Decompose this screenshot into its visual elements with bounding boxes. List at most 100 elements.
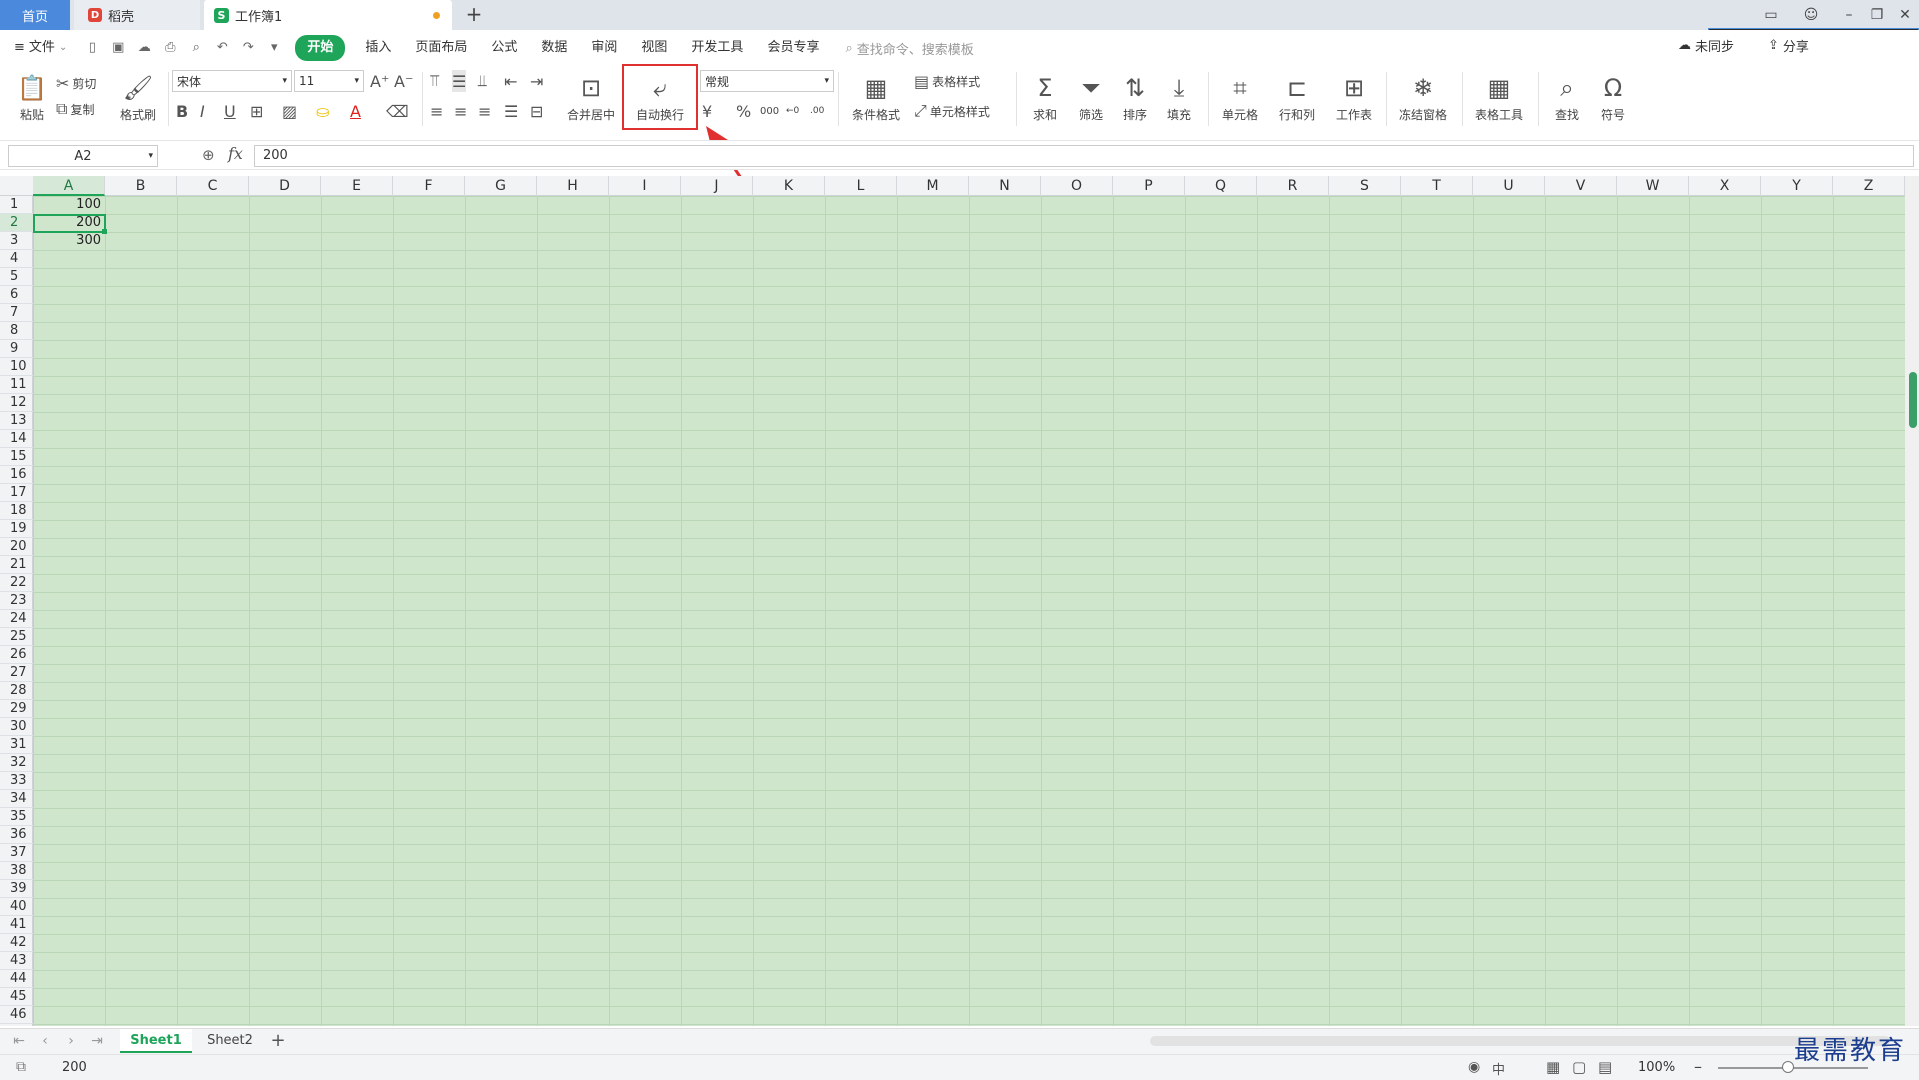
input-mode-icon[interactable]: 中 (1492, 1059, 1505, 1078)
row-header-14[interactable]: 14 (0, 430, 33, 448)
conditional-format-button[interactable]: ▦ 条件格式 (846, 68, 906, 128)
vertical-scrollbar[interactable] (1905, 176, 1919, 1026)
row-header-40[interactable]: 40 (0, 898, 33, 916)
zoom-slider-knob[interactable] (1782, 1061, 1794, 1073)
menu-tab-review[interactable]: 审阅 (579, 35, 629, 61)
menu-tab-developer[interactable]: 开发工具 (679, 35, 755, 61)
column-header-f[interactable]: F (393, 176, 465, 196)
indent-decrease-button[interactable]: ⇤ (504, 70, 517, 92)
macro-record-icon[interactable]: ⧉ (16, 1059, 26, 1075)
bold-button[interactable]: B (176, 100, 188, 122)
column-header-x[interactable]: X (1689, 176, 1761, 196)
column-header-e[interactable]: E (321, 176, 393, 196)
row-header-1[interactable]: 1 (0, 196, 33, 214)
row-header-46[interactable]: 46 (0, 1006, 33, 1024)
row-header-12[interactable]: 12 (0, 394, 33, 412)
column-header-o[interactable]: O (1041, 176, 1113, 196)
sum-button[interactable]: Σ 求和 (1022, 68, 1068, 128)
page-break-view-icon[interactable]: ▤ (1598, 1058, 1612, 1076)
align-center-button[interactable]: ≡ (454, 100, 467, 122)
insert-function-button[interactable]: fx (228, 144, 243, 163)
zoom-formula-icon[interactable]: ⊕ (202, 146, 215, 164)
first-sheet-icon[interactable]: ⇤ (10, 1031, 28, 1051)
column-header-u[interactable]: U (1473, 176, 1545, 196)
find-button[interactable]: ⌕ 查找 (1544, 68, 1590, 128)
fill-handle[interactable] (102, 229, 107, 234)
row-header-26[interactable]: 26 (0, 646, 33, 664)
decrease-decimal-button[interactable]: .00 (810, 100, 824, 122)
fill-color-button[interactable]: ⛀ (316, 100, 329, 122)
menu-tab-data[interactable]: 数据 (529, 35, 579, 61)
restore-button[interactable]: ❐ (1866, 4, 1888, 26)
cell-style-button[interactable]: ⤢ 单元格样式 (914, 100, 990, 122)
column-header-p[interactable]: P (1113, 176, 1185, 196)
minimize-button[interactable]: – (1838, 4, 1860, 26)
merge-center-button[interactable]: ⊡ 合并居中 (562, 68, 620, 128)
row-header-43[interactable]: 43 (0, 952, 33, 970)
thousands-button[interactable]: 000 (760, 100, 779, 122)
menu-tab-view[interactable]: 视图 (629, 35, 679, 61)
row-header-32[interactable]: 32 (0, 754, 33, 772)
print-preview-icon[interactable]: ⌕ (188, 40, 204, 56)
row-header-20[interactable]: 20 (0, 538, 33, 556)
normal-view-icon[interactable]: ▦ (1546, 1058, 1560, 1076)
font-size-select[interactable]: 11 ▾ (294, 70, 364, 92)
vertical-scrollbar-thumb[interactable] (1909, 372, 1917, 428)
worksheet-button[interactable]: ⊞ 工作表 (1328, 68, 1380, 128)
column-header-m[interactable]: M (897, 176, 969, 196)
tab-daoke[interactable]: D 稻壳 (74, 0, 200, 30)
symbol-button[interactable]: Ω 符号 (1590, 68, 1636, 128)
new-tab-button[interactable]: + (462, 3, 486, 27)
row-header-30[interactable]: 30 (0, 718, 33, 736)
indent-increase-button[interactable]: ⇥ (530, 70, 543, 92)
horizontal-scrollbar[interactable] (1150, 1036, 1890, 1046)
row-header-24[interactable]: 24 (0, 610, 33, 628)
distribute-button[interactable]: ⊟ (530, 100, 543, 122)
cut-button[interactable]: ✂ 剪切 (56, 72, 96, 94)
column-header-h[interactable]: H (537, 176, 609, 196)
formula-input[interactable]: 200 (254, 145, 1914, 167)
clear-button[interactable]: ⌫ (386, 100, 409, 122)
column-header-s[interactable]: S (1329, 176, 1401, 196)
column-header-g[interactable]: G (465, 176, 537, 196)
zoom-out-icon[interactable]: – (1694, 1057, 1702, 1076)
row-header-36[interactable]: 36 (0, 826, 33, 844)
row-header-3[interactable]: 3 (0, 232, 33, 250)
border-button[interactable]: ⊞ (250, 100, 263, 122)
column-header-a[interactable]: A (33, 176, 105, 196)
cell-A3[interactable]: 300 (33, 232, 105, 250)
close-button[interactable]: ✕ (1894, 4, 1916, 26)
command-search[interactable]: ⌕ 查找命令、搜索模板 (845, 39, 973, 58)
menu-tab-formula[interactable]: 公式 (479, 35, 529, 61)
page-layout-view-icon[interactable]: ▢ (1572, 1058, 1586, 1076)
align-top-button[interactable]: ⫪ (430, 70, 439, 92)
decrease-font-button[interactable]: A⁻ (394, 70, 413, 92)
cell-style-quick-button[interactable]: ▨ (282, 100, 297, 122)
justify-button[interactable]: ☰ (504, 100, 518, 122)
cell-area[interactable]: 100 200 300 (33, 196, 1905, 1026)
row-header-38[interactable]: 38 (0, 862, 33, 880)
align-right-button[interactable]: ≡ (478, 100, 491, 122)
column-header-c[interactable]: C (177, 176, 249, 196)
row-header-5[interactable]: 5 (0, 268, 33, 286)
print-icon[interactable]: ⎙ (162, 40, 178, 56)
cell-button[interactable]: ⌗ 单元格 (1214, 68, 1266, 128)
row-header-21[interactable]: 21 (0, 556, 33, 574)
row-header-18[interactable]: 18 (0, 502, 33, 520)
number-format-select[interactable]: 常规 ▾ (700, 70, 834, 92)
row-header-42[interactable]: 42 (0, 934, 33, 952)
sync-status[interactable]: ☁ 未同步 (1678, 36, 1734, 55)
menu-tab-start[interactable]: 开始 (295, 35, 346, 61)
copy-button[interactable]: ⧉ 复制 (56, 98, 94, 120)
freeze-panes-button[interactable]: ❄ 冻结窗格 (1392, 68, 1454, 128)
row-header-13[interactable]: 13 (0, 412, 33, 430)
paste-button[interactable]: 📋 粘贴 (6, 68, 58, 128)
sheet-tab-sheet1[interactable]: Sheet1 (120, 1029, 192, 1053)
row-header-45[interactable]: 45 (0, 988, 33, 1006)
row-header-10[interactable]: 10 (0, 358, 33, 376)
row-header-2[interactable]: 2 (0, 214, 33, 232)
file-menu[interactable]: ≡ 文件 ⌄ (0, 35, 79, 61)
row-header-22[interactable]: 22 (0, 574, 33, 592)
column-header-r[interactable]: R (1257, 176, 1329, 196)
sort-button[interactable]: ⇅ 排序 (1112, 68, 1158, 128)
